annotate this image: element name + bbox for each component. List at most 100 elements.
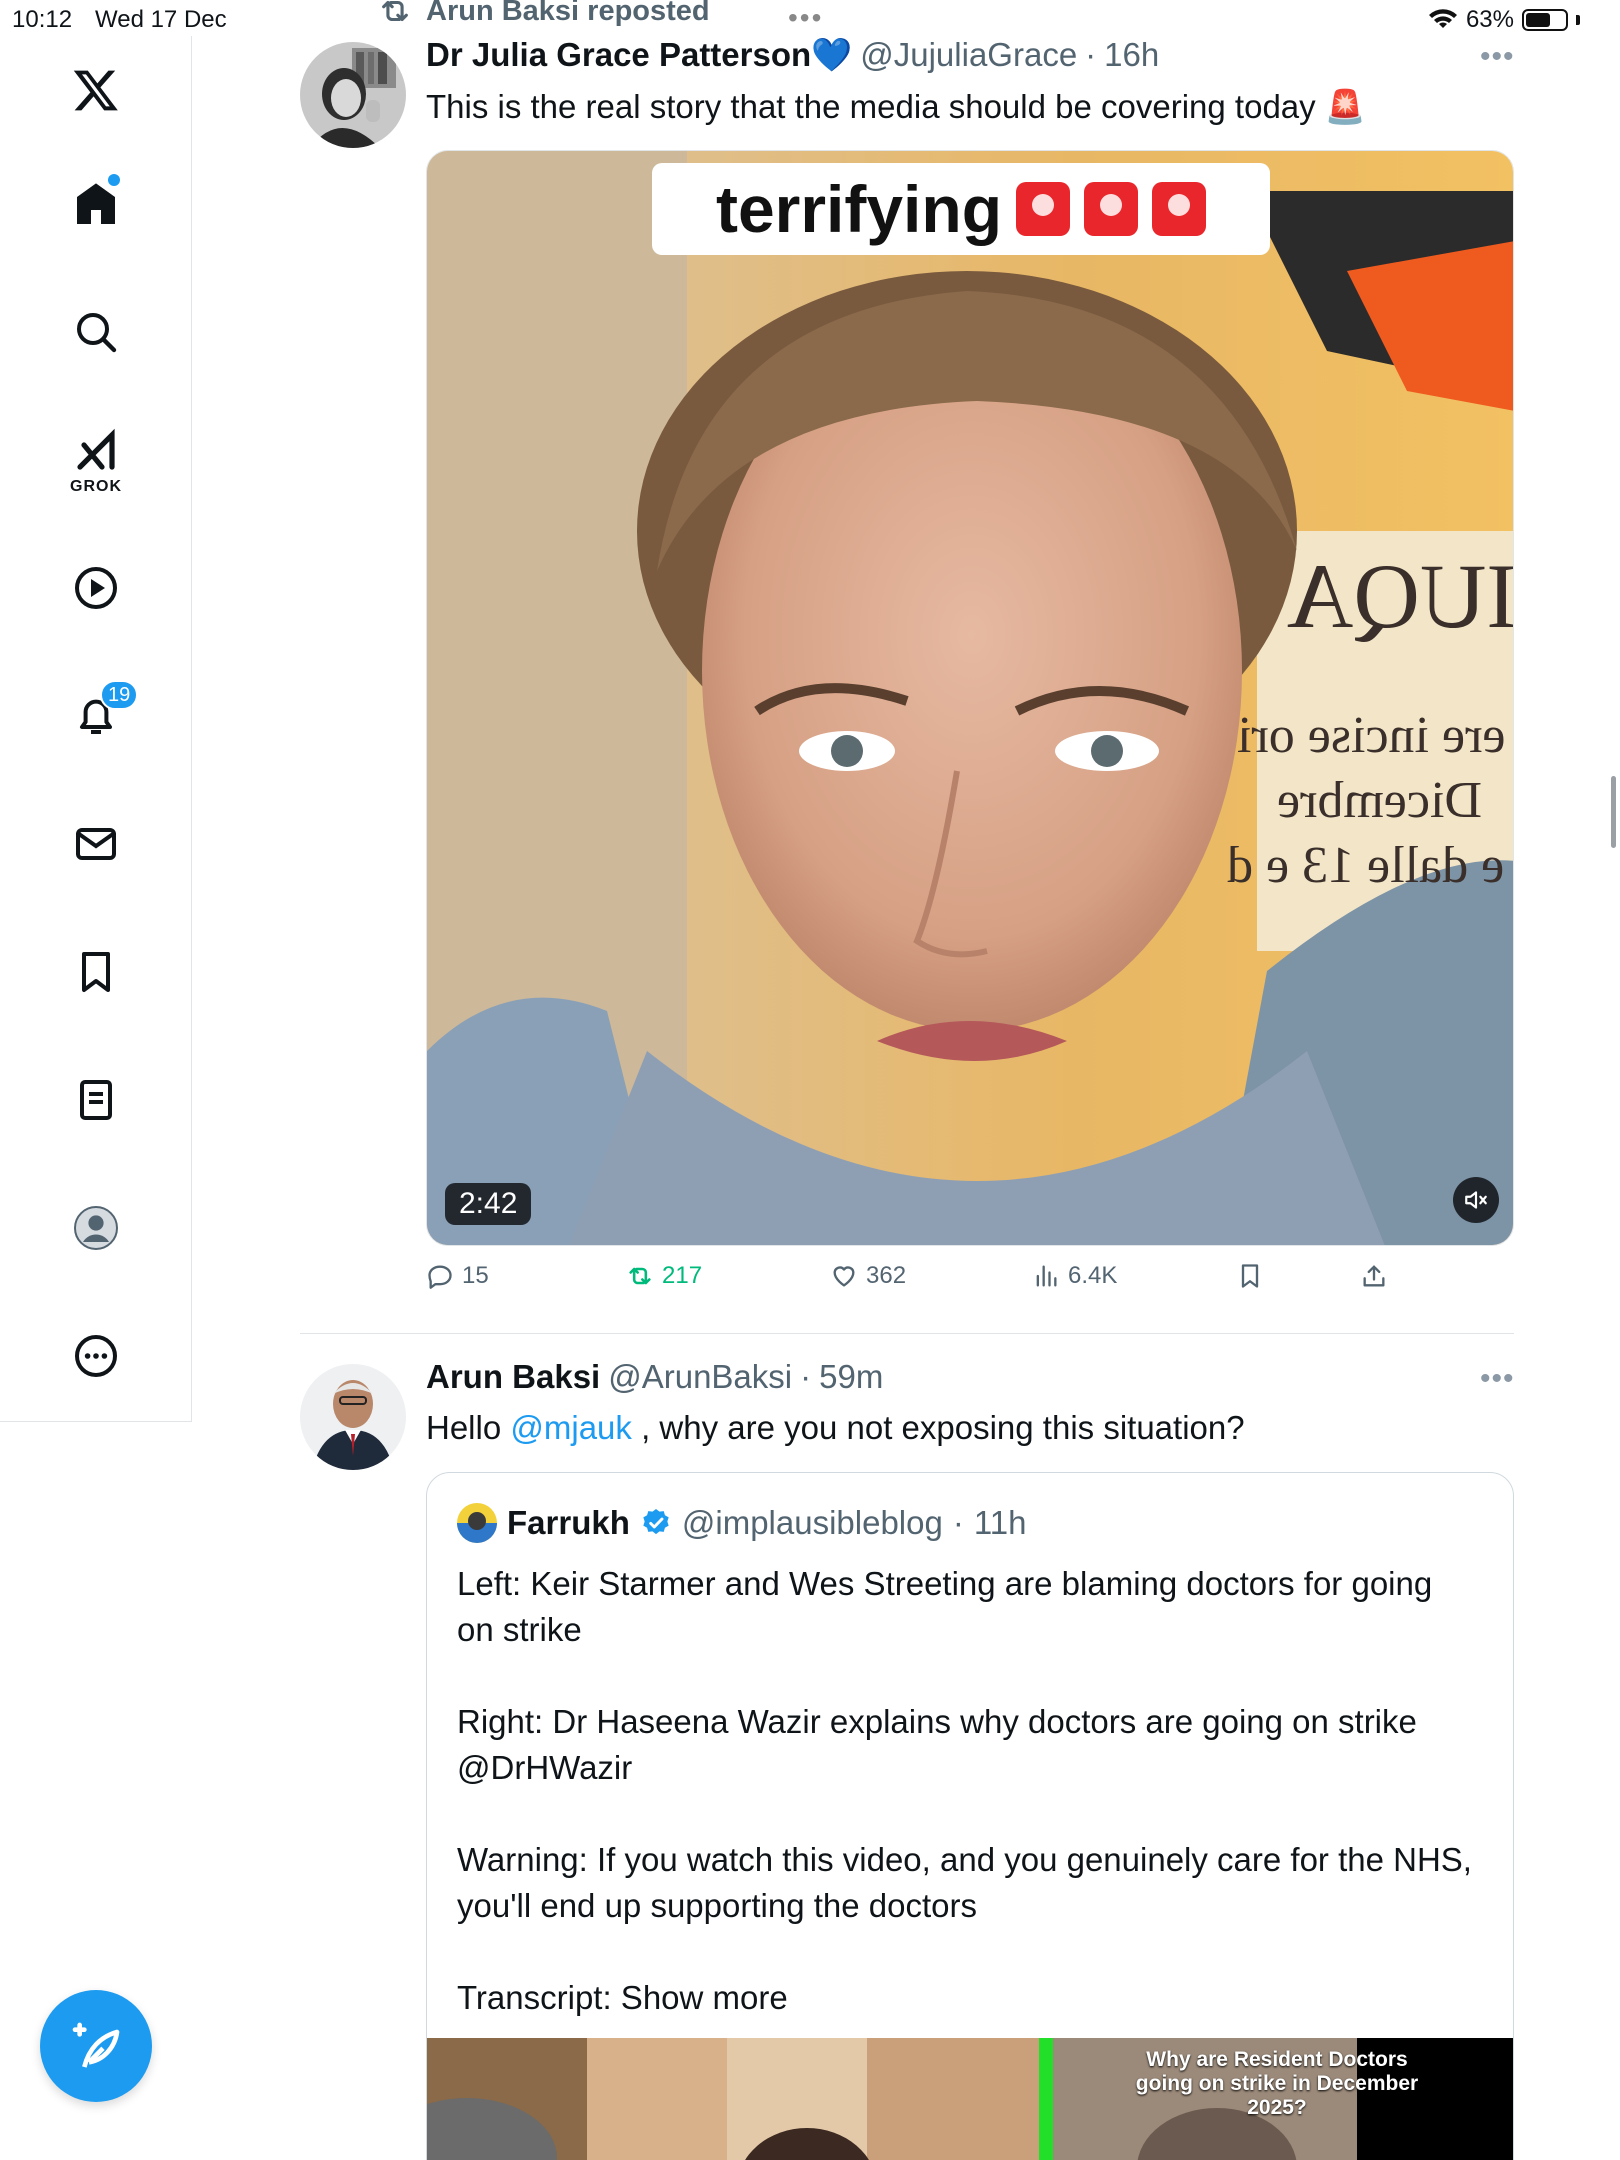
status-date: Wed 17 Dec — [95, 6, 227, 33]
caption-text: terrifying — [715, 172, 1003, 246]
tweet-header: Arun Baksi @ArunBaksi · 59m — [426, 1358, 883, 1396]
video-title: Why are Resident Doctors going on strike… — [1135, 2048, 1419, 2119]
avatar-julia — [300, 42, 406, 148]
show-more-link[interactable]: Transcript: Show more — [457, 1975, 1477, 2021]
dot-separator: · — [800, 1358, 812, 1395]
article-icon — [80, 1080, 112, 1120]
sidebar-item-grok[interactable]: GROK — [46, 410, 146, 510]
sidebar-item-profile[interactable] — [46, 1178, 146, 1278]
video-frame — [427, 151, 1513, 1245]
status-right: 63% — [1428, 6, 1580, 34]
blue-heart-emoji: 💙 — [811, 36, 853, 73]
play-icon — [75, 567, 117, 609]
poster-text: Dicembre — [1277, 772, 1483, 829]
wifi-icon — [1428, 9, 1457, 28]
repost-icon — [382, 0, 408, 22]
poster-text: e dalle 13 e d — [1227, 837, 1505, 894]
tweet-text-start: Hello — [426, 1409, 511, 1446]
bookmark-button[interactable] — [1236, 1262, 1264, 1290]
quote-paragraph: Warning: If you watch this video, and yo… — [457, 1841, 1472, 1924]
repost-label: Arun Baksi reposted — [426, 0, 710, 27]
sidebar-item-notifications[interactable]: 19 — [46, 666, 146, 766]
grok-icon — [77, 428, 115, 470]
quoted-tweet[interactable]: Farrukh @implausibleblog · 11h Left: Kei… — [426, 1472, 1514, 2160]
views-button[interactable]: 6.4K — [1032, 1262, 1117, 1290]
video-duration: 2:42 — [445, 1183, 532, 1225]
compose-icon — [72, 2022, 120, 2068]
mute-button[interactable] — [1453, 1177, 1499, 1223]
quote-paragraph: Right: Dr Haseena Wazir explains why doc… — [457, 1703, 1417, 1786]
home-icon — [77, 183, 115, 224]
like-button[interactable]: 362 — [830, 1262, 906, 1290]
bookmark-icon — [82, 952, 110, 992]
sidebar-item-video[interactable] — [46, 538, 146, 638]
poster-text: IUQA — [1287, 545, 1514, 647]
sidebar-item-search[interactable] — [46, 282, 146, 382]
tweet-actions: 15 217 362 6.4K — [426, 1262, 1486, 1302]
tweet-text: This is the real story that the media sh… — [426, 88, 1366, 125]
repost-count: 217 — [662, 1262, 703, 1289]
profile-icon — [74, 1206, 118, 1250]
tweet-text: Hello @mjauk , why are you not exposing … — [426, 1405, 1526, 1451]
repost-button[interactable]: 217 — [626, 1262, 702, 1290]
more-options-icon[interactable]: ••• — [1480, 40, 1515, 74]
quote-video-thumbnail[interactable]: Why are Resident Doctors going on strike… — [427, 2038, 1513, 2160]
poster-text: ere incise ori — [1237, 707, 1506, 764]
views-count: 6.4K — [1068, 1262, 1118, 1289]
compose-button[interactable] — [40, 1990, 152, 2102]
sidebar: GROK 19 — [0, 36, 192, 1422]
author-handle[interactable]: @ArunBaksi — [608, 1358, 792, 1396]
more-options-icon[interactable]: ••• — [1480, 1362, 1515, 1396]
quote-author-handle[interactable]: @implausibleblog — [682, 1504, 943, 1542]
tweet-time[interactable]: 59m — [819, 1358, 883, 1396]
quote-body: Left: Keir Starmer and Wes Streeting are… — [457, 1561, 1477, 2021]
siren-emoji-icon — [1152, 182, 1207, 236]
like-count: 362 — [866, 1262, 907, 1289]
share-icon — [1363, 1265, 1385, 1287]
battery-level — [1526, 13, 1550, 27]
quote-paragraph: Left: Keir Starmer and Wes Streeting are… — [457, 1565, 1433, 1648]
sidebar-item-messages[interactable] — [46, 794, 146, 894]
author-name[interactable]: Arun Baksi — [426, 1358, 600, 1396]
x-logo-icon[interactable] — [46, 40, 146, 140]
video-player[interactable]: terrifying IUQA ere incise ori Dicembre … — [426, 150, 1514, 1246]
bookmark-icon — [1241, 1264, 1259, 1288]
more-circle-icon — [75, 1335, 117, 1377]
sidebar-item-articles[interactable] — [46, 1050, 146, 1150]
video-caption: terrifying — [652, 163, 1270, 255]
sidebar-item-home[interactable] — [46, 154, 146, 254]
search-icon — [77, 313, 117, 353]
mail-icon — [76, 828, 116, 860]
sidebar-item-bookmarks[interactable] — [46, 922, 146, 1022]
tweet-text-end: , why are you not exposing this situatio… — [631, 1409, 1245, 1446]
scrollbar[interactable] — [1611, 776, 1616, 848]
avatar-arun — [300, 1364, 406, 1470]
avatar[interactable] — [300, 42, 406, 148]
tweet-time[interactable]: 16h — [1104, 36, 1159, 74]
avatar[interactable] — [300, 1364, 406, 1470]
siren-emoji-icon — [1084, 182, 1139, 236]
author-name[interactable]: Dr Julia Grace Patterson — [426, 36, 811, 74]
quote-header: Farrukh @implausibleblog · 11h — [457, 1503, 1026, 1543]
tweet-header: Dr Julia Grace Patterson 💙 @JujuliaGrace… — [426, 36, 1159, 75]
battery-icon — [1522, 9, 1568, 31]
share-button[interactable] — [1360, 1262, 1388, 1290]
x-logo-glyph — [73, 70, 118, 111]
quote-time[interactable]: 11h — [974, 1504, 1027, 1542]
quote-avatar[interactable] — [457, 1503, 497, 1543]
views-icon — [1036, 1265, 1057, 1287]
mention-link[interactable]: @mjauk — [510, 1409, 632, 1446]
quote-author-name[interactable]: Farrukh — [507, 1504, 630, 1542]
battery-percent: 63% — [1465, 6, 1514, 33]
battery-cap — [1576, 15, 1580, 25]
multitasking-dots-icon[interactable]: ••• — [788, 4, 823, 32]
dot-separator: · — [1085, 36, 1097, 73]
reply-count: 15 — [462, 1262, 489, 1289]
author-handle[interactable]: @JujuliaGrace — [860, 36, 1077, 74]
avatar-farrukh — [457, 1503, 497, 1543]
reply-icon — [428, 1265, 452, 1289]
repost-context[interactable]: Arun Baksi reposted — [378, 0, 710, 28]
reply-button[interactable]: 15 — [426, 1262, 489, 1290]
sidebar-item-more[interactable] — [46, 1306, 146, 1406]
dot-separator: · — [952, 1504, 964, 1541]
